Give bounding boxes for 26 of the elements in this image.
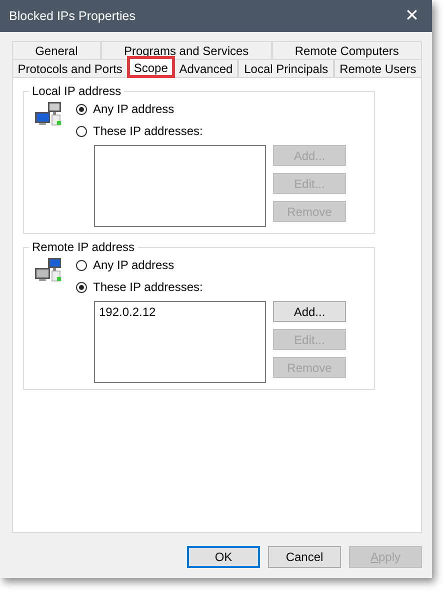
tab[interactable]: Local Principals (238, 59, 334, 77)
radio-indicator[interactable] (76, 126, 87, 136)
tab[interactable]: Advanced (174, 59, 238, 77)
radio-indicator[interactable] (76, 282, 87, 292)
tab[interactable]: Programs and Services (100, 41, 272, 59)
tab[interactable]: Remote Computers (272, 41, 422, 59)
close-button[interactable]: ✕ (392, 0, 432, 32)
radio-indicator[interactable] (76, 104, 87, 114)
list-button[interactable]: Add... (273, 301, 346, 322)
dialog-button[interactable]: OK (187, 546, 260, 568)
radio-indicator[interactable] (76, 260, 87, 270)
tab[interactable]: Remote Users (334, 59, 422, 77)
address-item[interactable]: 192.0.2.12 (99, 305, 261, 319)
radio-button[interactable]: These IP addresses: (76, 276, 203, 298)
tab[interactable]: Protocols and Ports (12, 59, 128, 77)
radio-button[interactable]: Any IP address (76, 254, 174, 276)
tab[interactable]: Scope (128, 57, 174, 77)
group-label: Local IP address (31, 84, 122, 98)
radio-button[interactable]: Any IP address (76, 98, 174, 120)
tab[interactable]: General (12, 41, 101, 59)
radio-button[interactable]: These IP addresses: (76, 120, 203, 142)
address-list[interactable] (94, 145, 266, 227)
address-list[interactable]: 192.0.2.12 (94, 301, 266, 383)
group-label: Remote IP address (31, 240, 136, 254)
dialog-button[interactable]: Cancel (268, 546, 341, 568)
window-title: Blocked IPs Properties (9, 9, 136, 23)
